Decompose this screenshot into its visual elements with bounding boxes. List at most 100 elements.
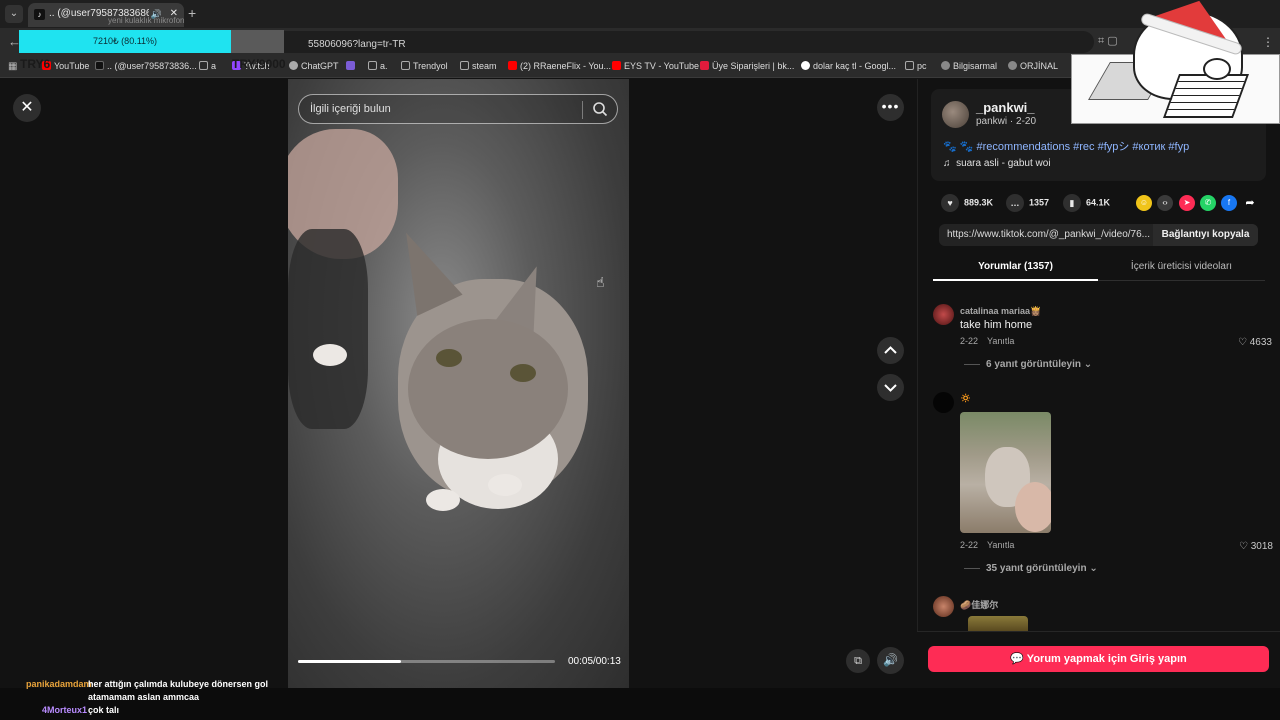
- youtube-icon: [508, 61, 517, 70]
- related-search-input[interactable]: İlgili içeriği bulun: [298, 94, 618, 124]
- bongo-cat-overlay: [1071, 0, 1280, 124]
- comment-like[interactable]: ♡ 4633: [1238, 337, 1272, 348]
- commenter-avatar[interactable]: [933, 596, 954, 617]
- like-stat[interactable]: ♥ 889.3K: [941, 194, 993, 212]
- reply-button[interactable]: Yanıtla: [987, 540, 1014, 550]
- panel-tabs: Yorumlar (1357) İçerik üreticisi videola…: [933, 257, 1265, 281]
- save-count: 64.1K: [1086, 197, 1111, 208]
- bookmark-item[interactable]: pc: [905, 61, 927, 71]
- bookmark-item[interactable]: steam: [460, 61, 497, 71]
- chat-username: 4Morteux1: [42, 705, 88, 715]
- chevron-up-icon: [884, 346, 897, 354]
- author-avatar[interactable]: [942, 101, 969, 128]
- heart-icon: ♥: [941, 194, 959, 212]
- bookmark-item[interactable]: a: [199, 61, 216, 71]
- commenter-avatar[interactable]: [933, 392, 954, 413]
- donation-goal-remaining: [231, 30, 284, 53]
- comment-count: 1357: [1029, 197, 1050, 208]
- bookmark-item[interactable]: [346, 61, 358, 71]
- save-stat[interactable]: ▮ 64.1K: [1063, 194, 1110, 212]
- view-replies-label: 35 yanıt görüntüleyin: [986, 563, 1087, 574]
- comment-icon: …: [1006, 194, 1024, 212]
- bookmark-item[interactable]: .. (@user795873836...: [95, 61, 197, 71]
- screen: ⌄ ♪.. (@user7958738368638) | 🔊 ✕ + yeni …: [0, 0, 1280, 720]
- site-icon: [941, 61, 950, 70]
- share-arrow-icon[interactable]: ➦: [1242, 195, 1258, 211]
- author-name[interactable]: _pankwi_: [976, 100, 1035, 115]
- bookmark-item[interactable]: Trendyol: [401, 61, 448, 71]
- comment-image[interactable]: [968, 616, 1028, 631]
- facebook-icon[interactable]: f: [1221, 195, 1237, 211]
- folder-icon: [401, 61, 410, 70]
- next-video-button[interactable]: [877, 374, 904, 401]
- share-link-box: https://www.tiktok.com/@_pankwi_/video/7…: [939, 224, 1258, 246]
- comment-like-count: 3018: [1250, 541, 1273, 552]
- divider: [964, 567, 980, 569]
- search-icon[interactable]: [591, 100, 609, 118]
- hand-shape: [1015, 482, 1051, 532]
- video-player[interactable]: [288, 79, 629, 688]
- comment-text: take him home: [960, 319, 1033, 331]
- comment-username[interactable]: 🔅: [960, 393, 971, 404]
- tab-search-button[interactable]: ⌄: [5, 5, 23, 23]
- comment-date: 2-22: [960, 336, 979, 346]
- bookmark-item[interactable]: Üye Siparişleri | bk...: [700, 61, 794, 71]
- bookmark-item[interactable]: Bilgisarmal: [941, 61, 997, 71]
- send-icon[interactable]: ➤: [1179, 195, 1195, 211]
- comment-username[interactable]: catalinaa mariaa👸🏽: [960, 306, 1041, 317]
- shadow-shape: [288, 229, 368, 429]
- tab-creator-videos[interactable]: İçerik üreticisi videoları: [1098, 257, 1265, 281]
- chevron-down-icon: ⌄: [1083, 359, 1093, 370]
- login-to-comment-button[interactable]: 💬 Yorum yapmak için Giriş yapın: [928, 646, 1269, 672]
- folder-icon: [460, 61, 469, 70]
- commenter-avatar[interactable]: [933, 304, 954, 325]
- cat-eye: [436, 349, 462, 367]
- comment-like[interactable]: ♡ 3018: [1239, 541, 1273, 552]
- view-replies-button[interactable]: 6 yanıt görüntüleyin ⌄: [964, 359, 1092, 370]
- heart-outline-icon: ♡: [1238, 337, 1247, 348]
- bookmark-item[interactable]: a.: [368, 61, 388, 71]
- chat-message: her attığın çalımda kulubeye dönersen go…: [88, 679, 269, 689]
- chat-message: atamamam aslan ammcaa: [88, 692, 200, 702]
- comment-date: 2-22: [960, 540, 979, 550]
- close-icon[interactable]: ✕: [13, 94, 41, 122]
- view-replies-button[interactable]: 35 yanıt görüntüleyin ⌄: [964, 563, 1098, 574]
- friends-share-icon[interactable]: ☺: [1136, 195, 1152, 211]
- bookmark-item[interactable]: EYS TV - YouTube: [612, 61, 699, 71]
- share-link[interactable]: https://www.tiktok.com/@_pankwi_/video/7…: [947, 229, 1152, 240]
- youtube-icon: [612, 61, 621, 70]
- tab-comments[interactable]: Yorumlar (1357): [933, 257, 1098, 281]
- previous-video-button[interactable]: [877, 337, 904, 364]
- comment-stat[interactable]: … 1357: [1006, 194, 1049, 212]
- more-options-icon[interactable]: •••: [877, 94, 904, 121]
- new-tab-button[interactable]: +: [188, 5, 196, 21]
- bookmark-item[interactable]: dolar kaç tl - Googl...: [801, 61, 896, 71]
- whatsapp-icon[interactable]: ✆: [1200, 195, 1216, 211]
- divider: [582, 101, 583, 119]
- chevron-down-icon: [884, 384, 897, 392]
- copy-link-button[interactable]: Bağlantıyı kopyala: [1153, 224, 1258, 246]
- folder-icon: [905, 61, 914, 70]
- chat-username: panikadamdam: [26, 679, 92, 689]
- reply-button[interactable]: Yanıtla: [987, 336, 1014, 346]
- comment-username[interactable]: 🥔佳娜尔: [960, 598, 998, 611]
- bookmark-item[interactable]: ORJİNAL: [1008, 61, 1058, 71]
- music-info[interactable]: ♫ suara asli - gabut woi: [943, 158, 1051, 169]
- folder-icon: [368, 61, 377, 70]
- chat-message: çok talı: [88, 705, 120, 715]
- bookmark-icon: ▮: [1063, 194, 1081, 212]
- bookmark-item[interactable]: (2) RRaeneFlix - You...: [508, 61, 611, 71]
- search-placeholder: İlgili içeriği bulun: [310, 103, 391, 115]
- hashtags[interactable]: #recommendations #rec #fypシ #котик #fyp: [977, 141, 1190, 153]
- donation-goal-bar: 7210₺ (80.11%): [19, 30, 231, 53]
- bookmark-item[interactable]: ChatGPT: [289, 61, 339, 71]
- tiktok-icon: ♪: [34, 8, 45, 20]
- apps-grid-icon[interactable]: ▦: [8, 61, 17, 72]
- picture-in-picture-icon[interactable]: ⧉: [846, 649, 870, 673]
- volume-icon[interactable]: 🔊: [877, 647, 904, 674]
- video-seekbar[interactable]: [298, 660, 555, 663]
- author-meta: pankwi · 2-20: [976, 116, 1037, 127]
- seekbar-fill: [298, 660, 401, 663]
- comment-image[interactable]: [960, 412, 1051, 533]
- embed-code-icon[interactable]: ‹›: [1157, 195, 1173, 211]
